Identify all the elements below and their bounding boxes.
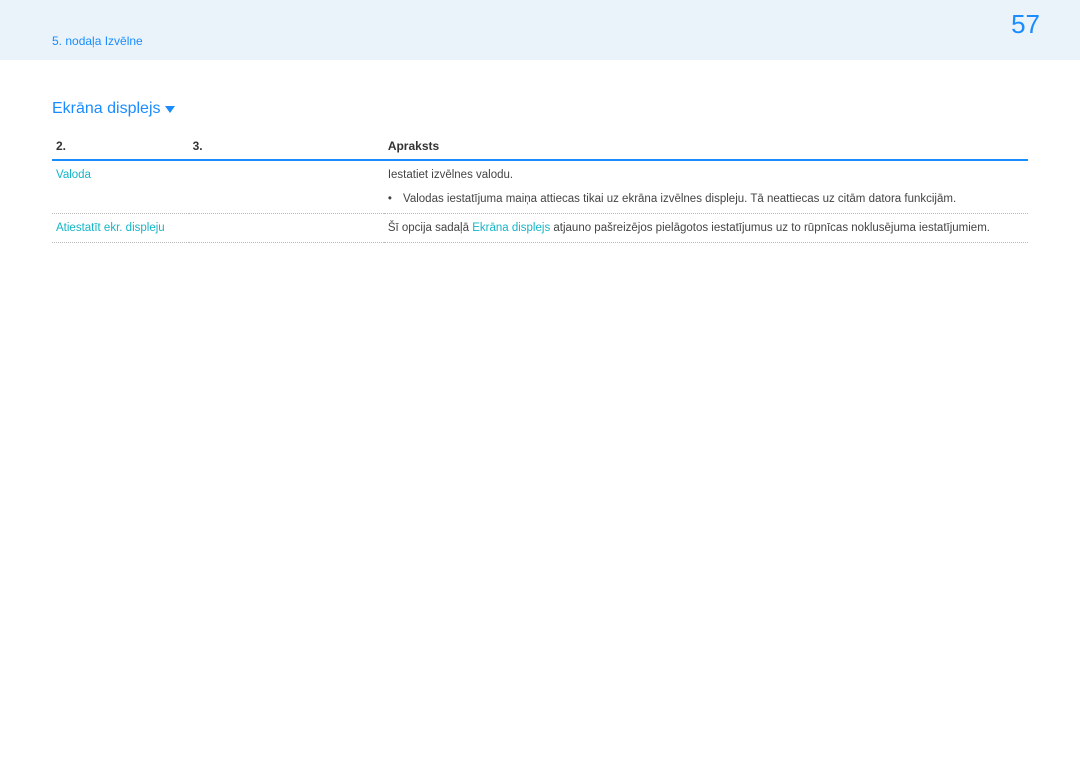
breadcrumb[interactable]: 5. nodaļa Izvēlne — [52, 34, 143, 48]
row2-desc: Šī opcija sadaļā Ekrāna displejs atjauno… — [384, 214, 1028, 243]
settings-table: 2. 3. Apraksts Valoda Iestatiet izvēlnes… — [52, 133, 1028, 243]
row1b-desc: • Valodas iestatījuma maiņa attiecas tik… — [384, 189, 1028, 214]
row2-inline-link: Ekrāna displejs — [472, 222, 550, 234]
section-title: Ekrāna displejs — [52, 100, 1028, 118]
table-header-col2: 3. — [189, 133, 384, 160]
section-title-text: Ekrāna displejs — [52, 100, 161, 118]
content-area: Ekrāna displejs 2. 3. Apraksts Valoda Ie… — [0, 60, 1080, 243]
table-row: • Valodas iestatījuma maiņa attiecas tik… — [52, 189, 1028, 214]
bullet-icon: • — [388, 193, 400, 205]
table-row: Atiestatīt ekr. displeju Šī opcija sadaļ… — [52, 214, 1028, 243]
row2-text-pre: Šī opcija sadaļā — [388, 222, 472, 234]
row1b-empty — [52, 189, 384, 214]
row2-label: Atiestatīt ekr. displeju — [52, 214, 384, 243]
row1-desc: Iestatiet izvēlnes valodu. — [384, 160, 1028, 189]
page-number: 57 — [1011, 9, 1040, 40]
header-bar: 5. nodaļa Izvēlne 57 — [0, 0, 1080, 60]
row2-text-post: atjauno pašreizējos pielāgotos iestatīju… — [550, 222, 990, 234]
row1-label: Valoda — [52, 160, 384, 189]
row1b-text: Valodas iestatījuma maiņa attiecas tikai… — [403, 193, 956, 205]
table-header-col3: Apraksts — [384, 133, 1028, 160]
table-row: Valoda Iestatiet izvēlnes valodu. — [52, 160, 1028, 189]
table-header-col1: 2. — [52, 133, 189, 160]
triangle-down-icon — [165, 106, 175, 113]
